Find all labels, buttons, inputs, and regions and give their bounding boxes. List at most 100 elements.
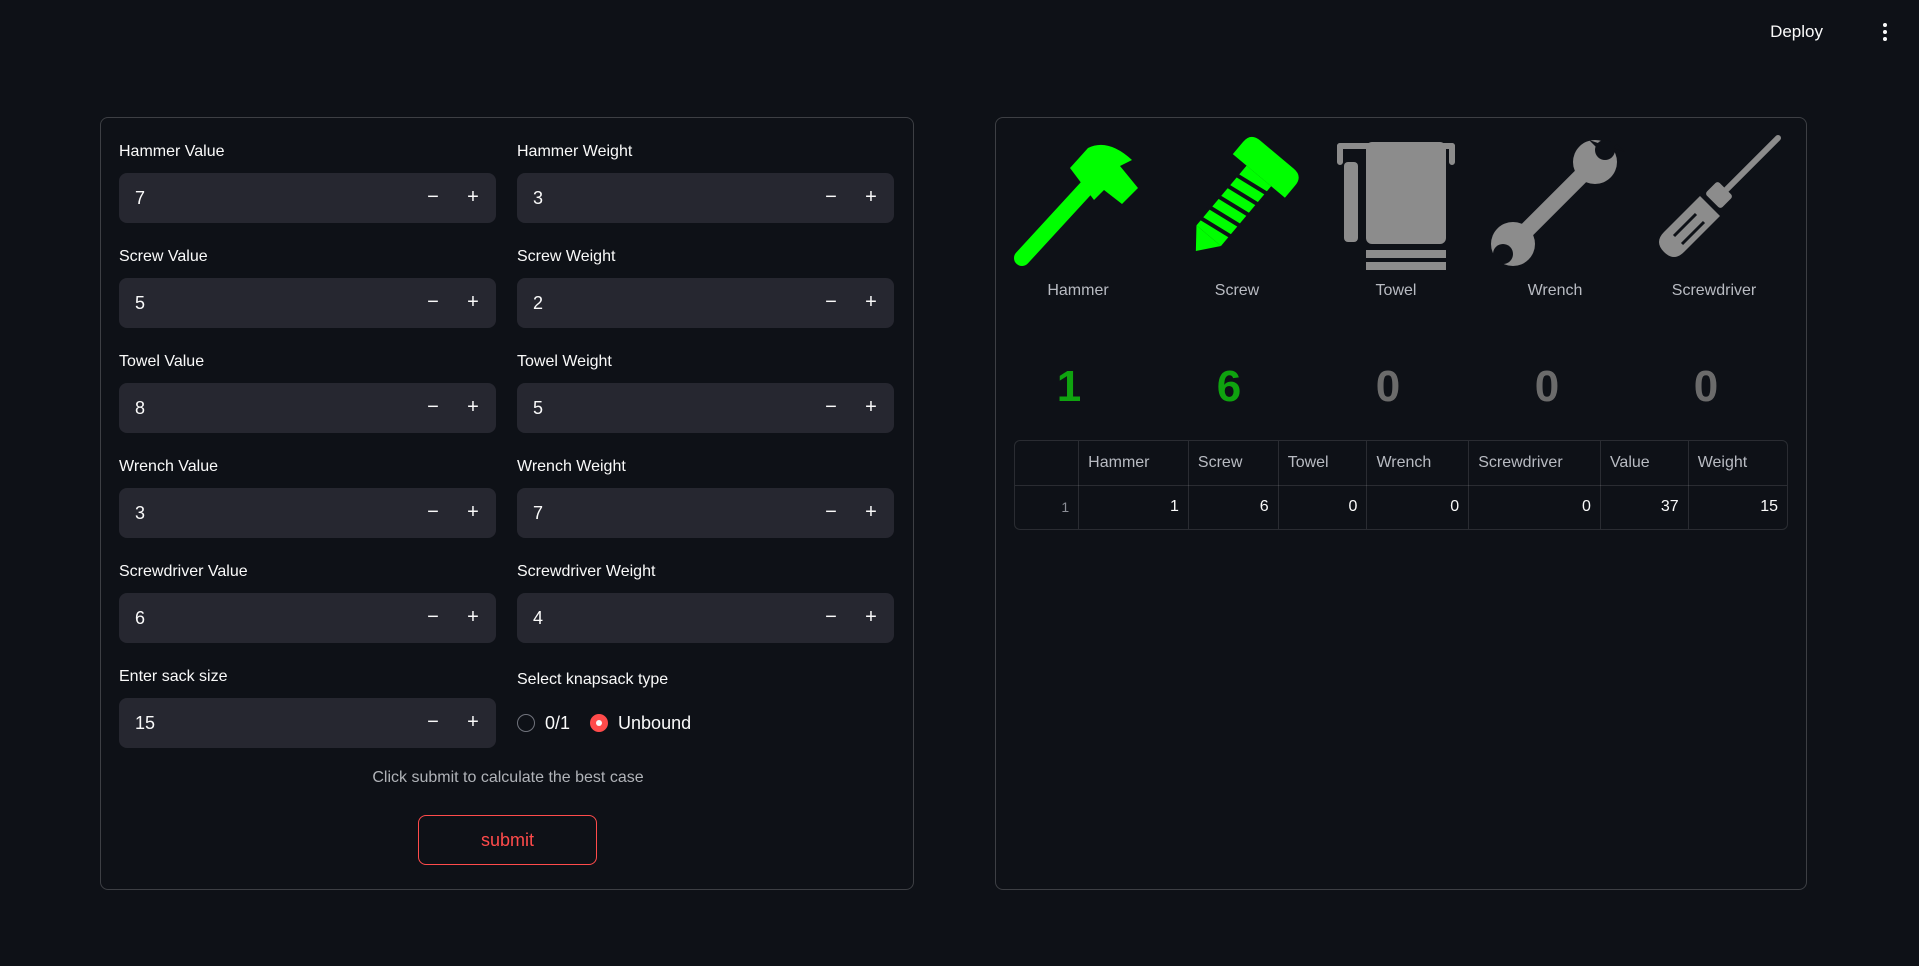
column-header[interactable]: Screwdriver bbox=[1468, 441, 1601, 486]
hammer-weight-field: Hammer Weight 3 − + bbox=[517, 141, 894, 223]
hammer-value-field: Hammer Value 7 − + bbox=[119, 141, 496, 223]
input-value[interactable]: 5 bbox=[135, 278, 145, 328]
screwdriver-icon bbox=[1634, 132, 1794, 272]
table-header-row: Hammer Screw Towel Wrench Screwdriver Value We… bbox=[1015, 441, 1787, 486]
column-header[interactable]: Weight bbox=[1688, 441, 1787, 486]
input-value[interactable]: 2 bbox=[533, 278, 543, 328]
screw-value-input[interactable]: 5 − + bbox=[119, 278, 496, 328]
radio-circle-selected bbox=[590, 714, 609, 732]
increment-button[interactable]: + bbox=[851, 593, 891, 643]
decrement-button[interactable]: − bbox=[811, 173, 851, 223]
increment-button[interactable]: + bbox=[851, 278, 891, 328]
item-count-screw: 6 bbox=[1216, 362, 1242, 411]
item-card-screw: Screw bbox=[1157, 132, 1317, 300]
increment-button[interactable]: + bbox=[851, 383, 891, 433]
decrement-button[interactable]: − bbox=[413, 698, 453, 748]
column-header[interactable]: Screw bbox=[1188, 441, 1279, 486]
knapsack-type-group: Select knapsack type 0/1 Unbound bbox=[517, 669, 894, 735]
input-value[interactable]: 6 bbox=[135, 593, 145, 643]
row-index[interactable]: 1 bbox=[1015, 485, 1080, 529]
item-name: Screw bbox=[1214, 282, 1260, 299]
field-label: Screwdriver Value bbox=[119, 563, 248, 580]
increment-button[interactable]: + bbox=[453, 593, 493, 643]
table-cell[interactable]: 0 bbox=[1278, 485, 1368, 529]
submit-hint: Click submit to calculate the best case bbox=[372, 769, 644, 786]
item-name: Hammer bbox=[1047, 282, 1109, 299]
decrement-button[interactable]: − bbox=[413, 383, 453, 433]
input-value[interactable]: 8 bbox=[135, 383, 145, 433]
item-card-screwdriver: Screwdriver bbox=[1634, 132, 1794, 300]
input-value[interactable]: 5 bbox=[533, 383, 543, 433]
radio-option-0-1[interactable]: 0/1 bbox=[517, 713, 570, 734]
towel-value-input[interactable]: 8 − + bbox=[119, 383, 496, 433]
hammer-weight-input[interactable]: 3 − + bbox=[517, 173, 894, 223]
item-card-towel: Towel bbox=[1316, 132, 1476, 300]
increment-button[interactable]: + bbox=[453, 383, 493, 433]
wrench-weight-field: Wrench Weight 7 − + bbox=[517, 456, 894, 538]
decrement-button[interactable]: − bbox=[413, 593, 453, 643]
screwdriver-value-field: Screwdriver Value 6 − + bbox=[119, 561, 496, 643]
submit-button[interactable]: submit bbox=[418, 815, 597, 865]
radio-option-unbound[interactable]: Unbound bbox=[590, 713, 691, 734]
table-cell[interactable]: 37 bbox=[1600, 485, 1689, 529]
increment-button[interactable]: + bbox=[851, 173, 891, 223]
table-cell[interactable]: 6 bbox=[1188, 485, 1279, 529]
screw-value-field: Screw Value 5 − + bbox=[119, 246, 496, 328]
table-cell[interactable]: 0 bbox=[1468, 485, 1601, 529]
increment-button[interactable]: + bbox=[453, 488, 493, 538]
deploy-button[interactable]: Deploy bbox=[1770, 22, 1823, 42]
column-header[interactable]: Hammer bbox=[1078, 441, 1189, 486]
kebab-menu-icon[interactable] bbox=[1882, 23, 1888, 43]
column-header[interactable]: Value bbox=[1600, 441, 1689, 486]
hammer-icon bbox=[998, 132, 1158, 272]
input-value[interactable]: 7 bbox=[135, 173, 145, 223]
wrench-value-input[interactable]: 3 − + bbox=[119, 488, 496, 538]
input-value[interactable]: 15 bbox=[135, 698, 155, 748]
decrement-button[interactable]: − bbox=[413, 173, 453, 223]
column-header[interactable] bbox=[1015, 441, 1080, 486]
input-value[interactable]: 3 bbox=[533, 173, 543, 223]
item-count-screwdriver: 0 bbox=[1693, 362, 1719, 411]
screw-icon bbox=[1157, 132, 1317, 272]
field-label: Screw Value bbox=[119, 248, 208, 265]
towel-weight-input[interactable]: 5 − + bbox=[517, 383, 894, 433]
column-header[interactable]: Wrench bbox=[1366, 441, 1470, 486]
input-value[interactable]: 4 bbox=[533, 593, 543, 643]
enter-sack-size-input[interactable]: 15 − + bbox=[119, 698, 496, 748]
screwdriver-value-input[interactable]: 6 − + bbox=[119, 593, 496, 643]
decrement-button[interactable]: − bbox=[811, 278, 851, 328]
field-label: Wrench Weight bbox=[517, 458, 626, 475]
wrench-weight-input[interactable]: 7 − + bbox=[517, 488, 894, 538]
increment-button[interactable]: + bbox=[453, 278, 493, 328]
increment-button[interactable]: + bbox=[851, 488, 891, 538]
decrement-button[interactable]: − bbox=[811, 593, 851, 643]
result-table[interactable]: Hammer Screw Towel Wrench Screwdriver Value We… bbox=[1014, 440, 1788, 530]
hammer-value-input[interactable]: 7 − + bbox=[119, 173, 496, 223]
decrement-button[interactable]: − bbox=[413, 278, 453, 328]
table-cell[interactable]: 15 bbox=[1688, 485, 1787, 529]
radio-circle bbox=[517, 714, 535, 732]
screw-weight-field: Screw Weight 2 − + bbox=[517, 246, 894, 328]
screw-weight-input[interactable]: 2 − + bbox=[517, 278, 894, 328]
towel-weight-field: Towel Weight 5 − + bbox=[517, 351, 894, 433]
column-header[interactable]: Towel bbox=[1278, 441, 1368, 486]
decrement-button[interactable]: − bbox=[811, 383, 851, 433]
field-label: Towel Weight bbox=[517, 353, 612, 370]
item-card-hammer: Hammer bbox=[998, 132, 1158, 300]
field-label: Screw Weight bbox=[517, 248, 616, 265]
decrement-button[interactable]: − bbox=[413, 488, 453, 538]
item-name: Screwdriver bbox=[1671, 282, 1757, 299]
item-name: Wrench bbox=[1527, 282, 1583, 299]
input-value[interactable]: 3 bbox=[135, 488, 145, 538]
screwdriver-weight-input[interactable]: 4 − + bbox=[517, 593, 894, 643]
table-row: 1 1 6 0 0 0 37 15 bbox=[1015, 485, 1787, 529]
table-cell[interactable]: 1 bbox=[1078, 485, 1189, 529]
field-label: Screwdriver Weight bbox=[517, 563, 656, 580]
field-label: Enter sack size bbox=[119, 668, 228, 685]
decrement-button[interactable]: − bbox=[811, 488, 851, 538]
item-count-towel: 0 bbox=[1375, 362, 1401, 411]
increment-button[interactable]: + bbox=[453, 698, 493, 748]
increment-button[interactable]: + bbox=[453, 173, 493, 223]
input-value[interactable]: 7 bbox=[533, 488, 543, 538]
table-cell[interactable]: 0 bbox=[1366, 485, 1470, 529]
